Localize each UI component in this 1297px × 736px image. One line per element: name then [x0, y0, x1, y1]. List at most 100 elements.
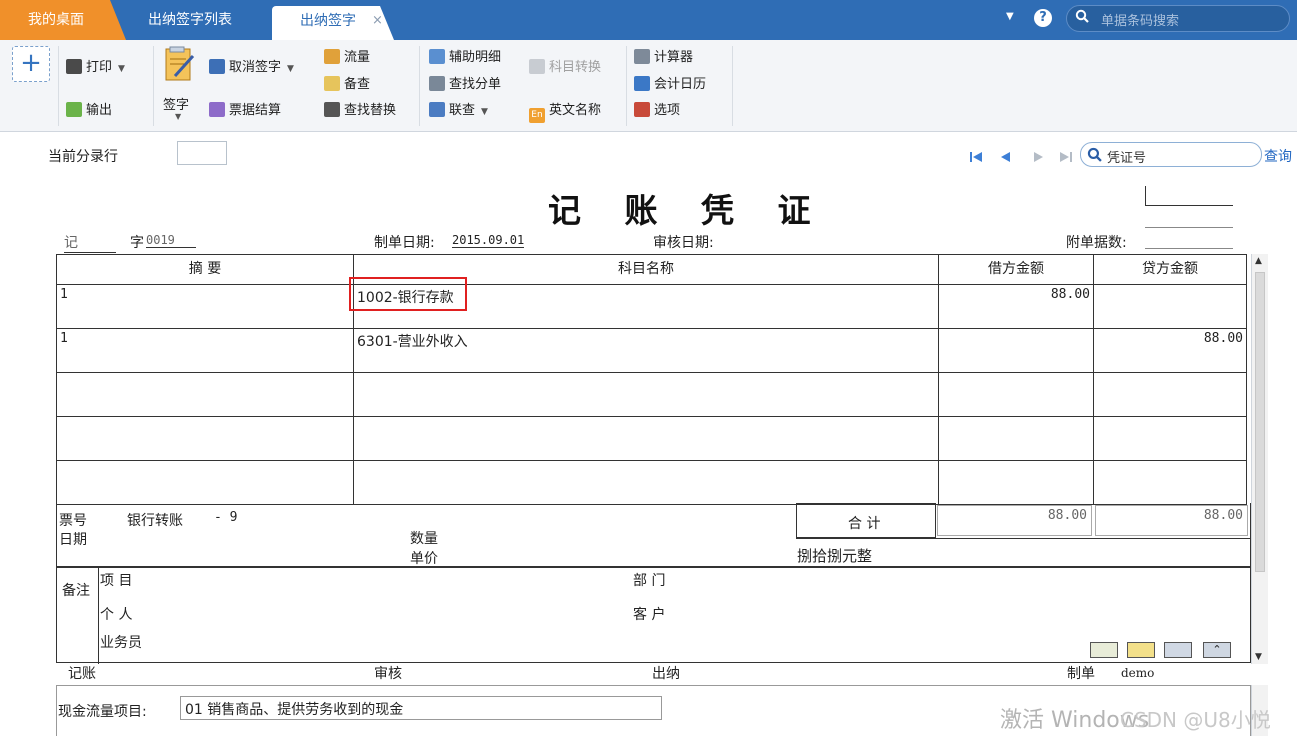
credit-cell[interactable]	[1093, 372, 1247, 417]
voucher-number[interactable]: 0019	[146, 232, 196, 248]
ticket-type[interactable]: 银行转账	[127, 510, 183, 530]
export-button[interactable]: 输出	[66, 101, 112, 121]
account-cell[interactable]	[353, 460, 939, 505]
collapse-icon[interactable]: ⌃	[1203, 642, 1231, 658]
query-link[interactable]: 查询	[1264, 146, 1292, 166]
prev-record-icon[interactable]	[998, 149, 1014, 165]
summary-cell[interactable]	[56, 416, 354, 461]
print-button[interactable]: 打印 ▼	[66, 58, 125, 78]
debit-cell[interactable]: 88.00	[938, 284, 1094, 329]
save-icon	[209, 59, 225, 74]
debit-cell[interactable]	[938, 372, 1094, 417]
edit-icon[interactable]	[1164, 642, 1192, 658]
summary-cell[interactable]	[56, 460, 354, 505]
english-name-button[interactable]: En 英文名称	[529, 101, 601, 123]
table-row[interactable]	[56, 460, 1247, 505]
chevron-down-icon[interactable]: ▼	[481, 107, 488, 117]
bill-settle-button[interactable]: 票据结算	[209, 101, 281, 121]
credit-cell[interactable]: 88.00	[1093, 328, 1247, 373]
barcode-search-input[interactable]: 单据条码搜索	[1101, 10, 1179, 29]
export-icon	[66, 102, 82, 117]
calculator-label: 计算器	[654, 50, 694, 65]
sign-icon[interactable]	[161, 46, 197, 82]
tab-desktop[interactable]: 我的桌面	[0, 0, 126, 40]
help-icon[interactable]: ?	[1034, 9, 1052, 27]
aux-detail-button[interactable]: 辅助明细	[429, 48, 501, 68]
chevron-down-icon[interactable]: ▼	[287, 64, 294, 74]
summary-cell[interactable]: 1	[56, 328, 354, 373]
backup-check-label: 备查	[344, 77, 371, 92]
add-button[interactable]: +	[12, 46, 50, 82]
cash-flow-field[interactable]: 01 销售商品、提供劳务收到的现金	[180, 696, 662, 720]
amount-in-words: 捌拾捌元整	[797, 547, 873, 565]
current-line-label: 当前分录行	[48, 149, 118, 165]
column-header-summary: 摘 要	[56, 254, 354, 285]
account-cell[interactable]	[353, 416, 939, 461]
account-cell[interactable]: 6301-营业外收入	[353, 328, 939, 373]
sign-button-label[interactable]: 签字	[163, 94, 189, 113]
summary-cell[interactable]: 1	[56, 284, 354, 329]
ticket-number[interactable]: - 9	[214, 510, 237, 525]
debit-cell[interactable]	[938, 416, 1094, 461]
voucher-entry-table: 摘 要 科目名称 借方金额 贷方金额 1 1002-银行存款 88.00 1 6…	[56, 254, 1247, 505]
bill-settle-label: 票据结算	[229, 103, 282, 118]
tab-bar: 我的桌面 出纳签字列表 出纳签字 × ▼ ? 单据条码搜索	[0, 0, 1297, 40]
scroll-up-icon[interactable]: ▲	[1255, 256, 1262, 266]
account-calendar-button[interactable]: 会计日历	[634, 75, 706, 95]
cancel-sign-label: 取消签字	[229, 60, 282, 75]
current-line-input[interactable]	[177, 141, 227, 165]
chevron-down-icon[interactable]: ▼	[175, 112, 181, 121]
find-replace-button[interactable]: 查找替换	[324, 101, 396, 121]
backup-check-button[interactable]: 备查	[324, 75, 370, 95]
card-icon[interactable]	[1090, 642, 1118, 658]
voucher-search-box[interactable]: 凭证号	[1080, 142, 1262, 167]
voucher-search-input[interactable]: 凭证号	[1107, 147, 1146, 166]
first-record-icon[interactable]	[968, 149, 984, 165]
total-credit: 88.00	[1095, 505, 1248, 536]
linked-query-button[interactable]: 联查 ▼	[429, 101, 488, 121]
credit-cell[interactable]	[1093, 416, 1247, 461]
vertical-scrollbar[interactable]: ▲ ▼	[1251, 254, 1268, 664]
scroll-down-icon[interactable]: ▼	[1255, 652, 1262, 662]
total-label: 合 计	[848, 516, 881, 532]
attach-count-label: 附单据数:	[1066, 235, 1127, 251]
table-icon	[429, 76, 445, 91]
register-icon[interactable]	[1127, 642, 1155, 658]
last-record-icon[interactable]	[1058, 149, 1074, 165]
next-record-icon[interactable]	[1030, 149, 1046, 165]
tab-cashier-sign[interactable]: 出纳签字 ×	[272, 6, 394, 40]
tab-cashier-sign-list-label: 出纳签字列表	[148, 12, 232, 28]
find-entry-button[interactable]: 查找分单	[429, 75, 501, 95]
options-button[interactable]: 选项	[634, 101, 680, 121]
summary-cell[interactable]	[56, 372, 354, 417]
voucher-word[interactable]: 记	[64, 232, 116, 253]
toolbar-divider	[153, 46, 154, 126]
print-label: 打印	[86, 60, 113, 75]
convert-icon	[529, 59, 545, 74]
detail-icon	[429, 49, 445, 64]
scrollbar-thumb[interactable]	[1255, 272, 1265, 572]
make-date-value[interactable]: 2015.09.01	[452, 232, 525, 248]
debit-cell[interactable]	[938, 328, 1094, 373]
barcode-search-box[interactable]: 单据条码搜索	[1066, 5, 1290, 32]
cancel-sign-button[interactable]: 取消签字 ▼	[209, 58, 294, 78]
table-row[interactable]	[56, 416, 1247, 461]
chevron-down-icon[interactable]: ▼	[118, 64, 125, 74]
credit-cell[interactable]	[1093, 460, 1247, 505]
calendar-icon	[634, 76, 650, 91]
table-row[interactable]	[56, 372, 1247, 417]
attach-count-field[interactable]	[1145, 248, 1233, 249]
calculator-button[interactable]: 计算器	[634, 48, 693, 68]
table-row[interactable]: 1 6301-营业外收入 88.00	[56, 328, 1247, 373]
cash-flow-button[interactable]: 流量	[324, 48, 370, 68]
table-row[interactable]: 1 1002-银行存款 88.00	[56, 284, 1247, 329]
subject-convert-button[interactable]: 科目转换	[529, 58, 601, 78]
tab-cashier-sign-list[interactable]: 出纳签字列表	[120, 0, 270, 40]
account-cell[interactable]	[353, 372, 939, 417]
debit-cell[interactable]	[938, 460, 1094, 505]
close-icon[interactable]: ×	[372, 6, 383, 36]
voucher-title: 记 账 凭 证	[548, 191, 827, 230]
cash-flow-label: 流量	[344, 50, 371, 65]
credit-cell[interactable]	[1093, 284, 1247, 329]
chevron-down-icon[interactable]: ▼	[1006, 11, 1014, 22]
